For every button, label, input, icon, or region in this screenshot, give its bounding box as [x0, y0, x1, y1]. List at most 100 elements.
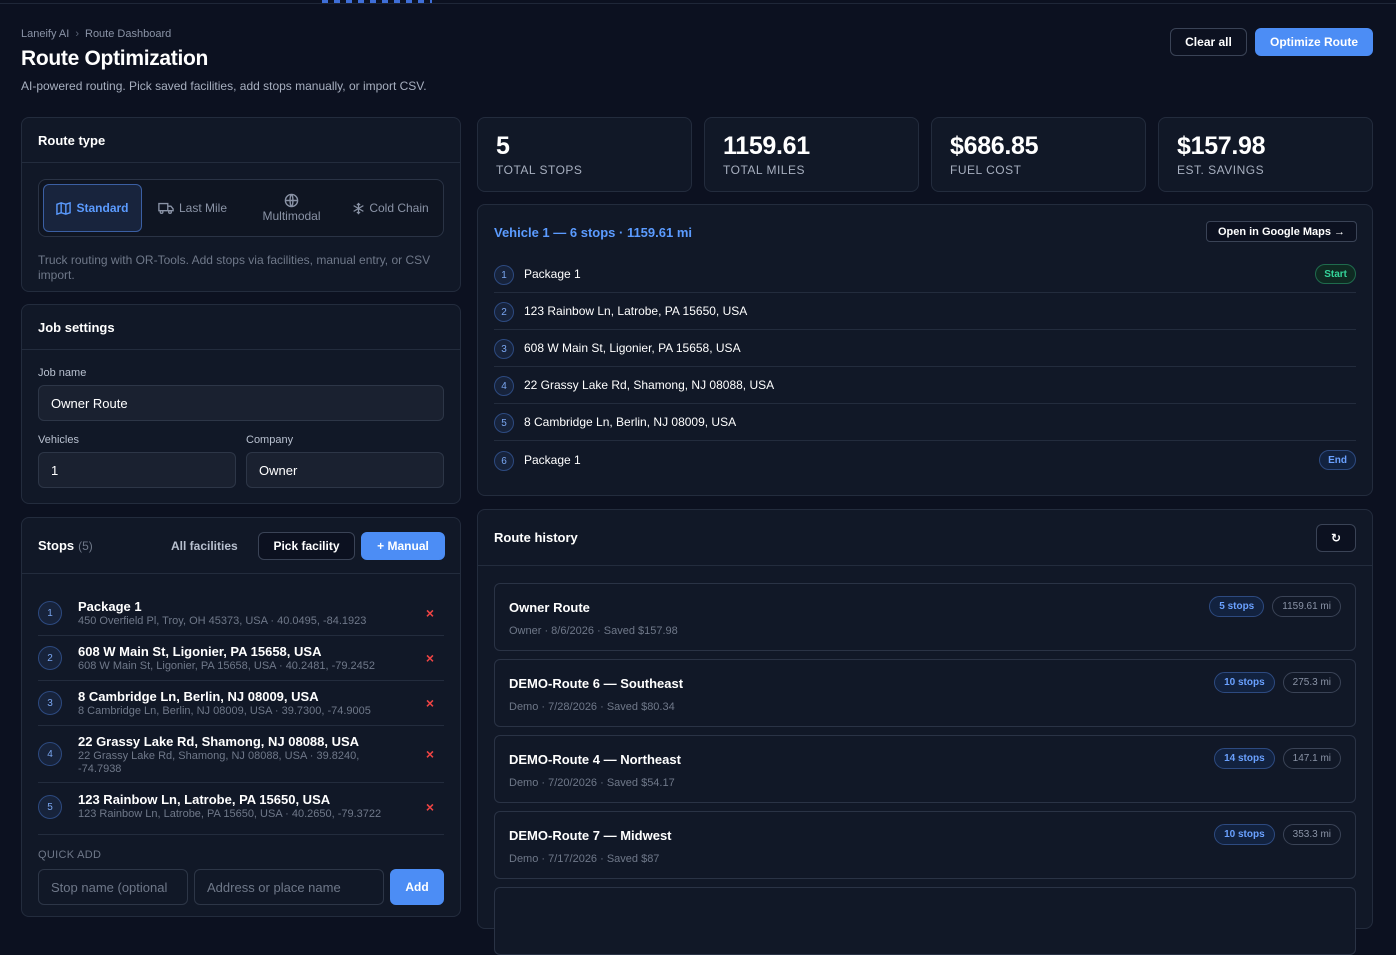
miles-badge: 353.3 mi	[1282, 824, 1341, 845]
route-type-standard-label: Standard	[76, 201, 129, 215]
history-meta: Demo · 7/17/2026 · Saved $87	[509, 853, 660, 865]
route-stop-text: 123 Rainbow Ln, Latrobe, PA 15650, USA	[524, 304, 748, 318]
company-label: Company	[246, 434, 294, 446]
remove-stop-button[interactable]: ×	[426, 799, 434, 815]
stop-name-input[interactable]: Stop name (optional	[38, 869, 188, 905]
open-google-maps-button[interactable]: Open in Google Maps →	[1206, 221, 1357, 242]
loading-indicator	[322, 0, 432, 3]
route-stop-row: 1 Package 1 Start	[494, 256, 1356, 293]
history-item[interactable]	[494, 887, 1356, 955]
history-item[interactable]: DEMO-Route 6 — Southeast Demo · 7/28/202…	[494, 659, 1356, 727]
stop-name: 608 W Main St, Ligonier, PA 15658, USA	[78, 644, 322, 659]
stop-number: 2	[38, 646, 62, 670]
optimize-route-button[interactable]: Optimize Route	[1255, 28, 1373, 56]
page-subtitle: AI-powered routing. Pick saved facilitie…	[21, 79, 427, 93]
route-stop-row: 3 608 W Main St, Ligonier, PA 15658, USA	[494, 330, 1356, 367]
stat-value: $157.98	[1177, 132, 1266, 160]
route-stop-row: 6 Package 1 End	[494, 442, 1356, 479]
route-history-card: Route history ↻ Owner Route Owner · 8/6/…	[477, 509, 1373, 955]
stop-item: 3 8 Cambridge Ln, Berlin, NJ 08009, USA …	[38, 681, 444, 726]
stop-number: 3	[38, 691, 62, 715]
route-stop-row: 4 22 Grassy Lake Rd, Shamong, NJ 08088, …	[494, 367, 1356, 404]
end-badge: End	[1319, 450, 1356, 470]
miles-badge: 1159.61 mi	[1272, 596, 1341, 617]
all-facilities-link[interactable]: All facilities	[171, 539, 238, 553]
stop-number: 4	[38, 742, 62, 766]
stat-est-savings: $157.98 EST. SAVINGS	[1158, 117, 1373, 192]
route-history-heading: Route history	[478, 510, 1372, 566]
top-bar	[0, 0, 1396, 4]
refresh-icon: ↻	[1330, 531, 1342, 545]
breadcrumb-current: Route Dashboard	[85, 28, 172, 40]
stop-name: 123 Rainbow Ln, Latrobe, PA 15650, USA	[78, 792, 331, 807]
job-settings-heading: Job settings	[22, 305, 460, 350]
breadcrumb-root[interactable]: Laneify AI	[21, 28, 69, 40]
route-stop-number: 5	[494, 413, 514, 433]
history-item[interactable]: DEMO-Route 7 — Midwest Demo · 7/17/2026 …	[494, 811, 1356, 879]
start-badge: Start	[1315, 264, 1356, 284]
stop-address: 123 Rainbow Ln, Latrobe, PA 15650, USA ·…	[78, 808, 382, 820]
route-type-cold-chain[interactable]: Cold Chain	[342, 184, 439, 232]
history-item[interactable]: DEMO-Route 4 — Northeast Demo · 7/20/202…	[494, 735, 1356, 803]
stop-number: 1	[38, 601, 62, 625]
history-meta: Demo · 7/28/2026 · Saved $80.34	[509, 701, 675, 713]
stat-total-stops: 5 TOTAL STOPS	[477, 117, 692, 192]
history-title: DEMO-Route 4 — Northeast	[509, 752, 681, 767]
company-input[interactable]: Owner	[246, 452, 444, 488]
stop-name: 8 Cambridge Ln, Berlin, NJ 08009, USA	[78, 689, 319, 704]
route-type-standard[interactable]: Standard	[43, 184, 142, 232]
breadcrumb: Laneify AI › Route Dashboard	[21, 28, 171, 40]
map-icon	[56, 201, 72, 215]
quick-add-label: QUICK ADD	[38, 849, 102, 861]
stop-name: Package 1	[78, 599, 142, 614]
route-stop-text: 608 W Main St, Ligonier, PA 15658, USA	[524, 341, 741, 355]
route-stop-number: 4	[494, 376, 514, 396]
job-name-input[interactable]: Owner Route	[38, 385, 444, 421]
vehicle-title: Vehicle 1 — 6 stops · 1159.61 mi	[494, 225, 692, 240]
route-type-cold-chain-label: Cold Chain	[369, 201, 429, 215]
stat-total-miles: 1159.61 TOTAL MILES	[704, 117, 919, 192]
remove-stop-button[interactable]: ×	[426, 695, 434, 711]
stat-label: FUEL COST	[950, 163, 1022, 177]
route-stop-number: 2	[494, 302, 514, 322]
miles-badge: 147.1 mi	[1282, 748, 1341, 769]
stat-fuel-cost: $686.85 FUEL COST	[931, 117, 1146, 192]
history-title: Owner Route	[509, 600, 590, 615]
stop-item: 1 Package 1 450 Overfield Pl, Troy, OH 4…	[38, 591, 444, 636]
stops-badge: 10 stops	[1214, 672, 1275, 693]
route-stop-text: Package 1	[524, 453, 581, 467]
remove-stop-button[interactable]: ×	[426, 605, 434, 621]
history-meta: Owner · 8/6/2026 · Saved $157.98	[509, 625, 678, 637]
stat-value: 5	[496, 132, 510, 160]
stop-address: 8 Cambridge Ln, Berlin, NJ 08009, USA · …	[78, 705, 371, 717]
route-type-multimodal[interactable]: Multimodal	[243, 184, 340, 232]
add-manual-button[interactable]: + Manual	[361, 532, 445, 560]
stat-value: $686.85	[950, 132, 1039, 160]
breadcrumb-separator: ›	[75, 28, 79, 40]
refresh-button[interactable]: ↻	[1316, 524, 1356, 552]
history-meta: Demo · 7/20/2026 · Saved $54.17	[509, 777, 675, 789]
route-type-selector: Standard Last Mile Multimodal Cold Chain	[38, 179, 444, 237]
route-type-last-mile[interactable]: Last Mile	[144, 184, 241, 232]
stops-badge: 5 stops	[1209, 596, 1265, 617]
miles-badge: 275.3 mi	[1282, 672, 1341, 693]
vehicles-label: Vehicles	[38, 434, 79, 446]
snowflake-icon	[353, 202, 364, 214]
route-stop-number: 1	[494, 265, 514, 285]
history-title: DEMO-Route 6 — Southeast	[509, 676, 684, 691]
history-item[interactable]: Owner Route Owner · 8/6/2026 · Saved $15…	[494, 583, 1356, 651]
remove-stop-button[interactable]: ×	[426, 650, 434, 666]
vehicles-input[interactable]: 1	[38, 452, 236, 488]
stat-label: EST. SAVINGS	[1177, 163, 1265, 177]
stop-address: 608 W Main St, Ligonier, PA 15658, USA ·…	[78, 660, 375, 672]
route-stop-row: 2 123 Rainbow Ln, Latrobe, PA 15650, USA	[494, 293, 1356, 330]
page-title: Route Optimization	[21, 47, 209, 70]
stop-item: 4 22 Grassy Lake Rd, Shamong, NJ 08088, …	[38, 726, 444, 783]
pick-facility-button[interactable]: Pick facility	[258, 532, 355, 560]
clear-all-button[interactable]: Clear all	[1170, 28, 1247, 56]
add-stop-button[interactable]: Add	[390, 869, 444, 905]
stop-address: 450 Overfield Pl, Troy, OH 45373, USA · …	[78, 615, 367, 627]
address-input[interactable]: Address or place name	[194, 869, 384, 905]
stat-value: 1159.61	[723, 132, 810, 160]
remove-stop-button[interactable]: ×	[426, 746, 434, 762]
